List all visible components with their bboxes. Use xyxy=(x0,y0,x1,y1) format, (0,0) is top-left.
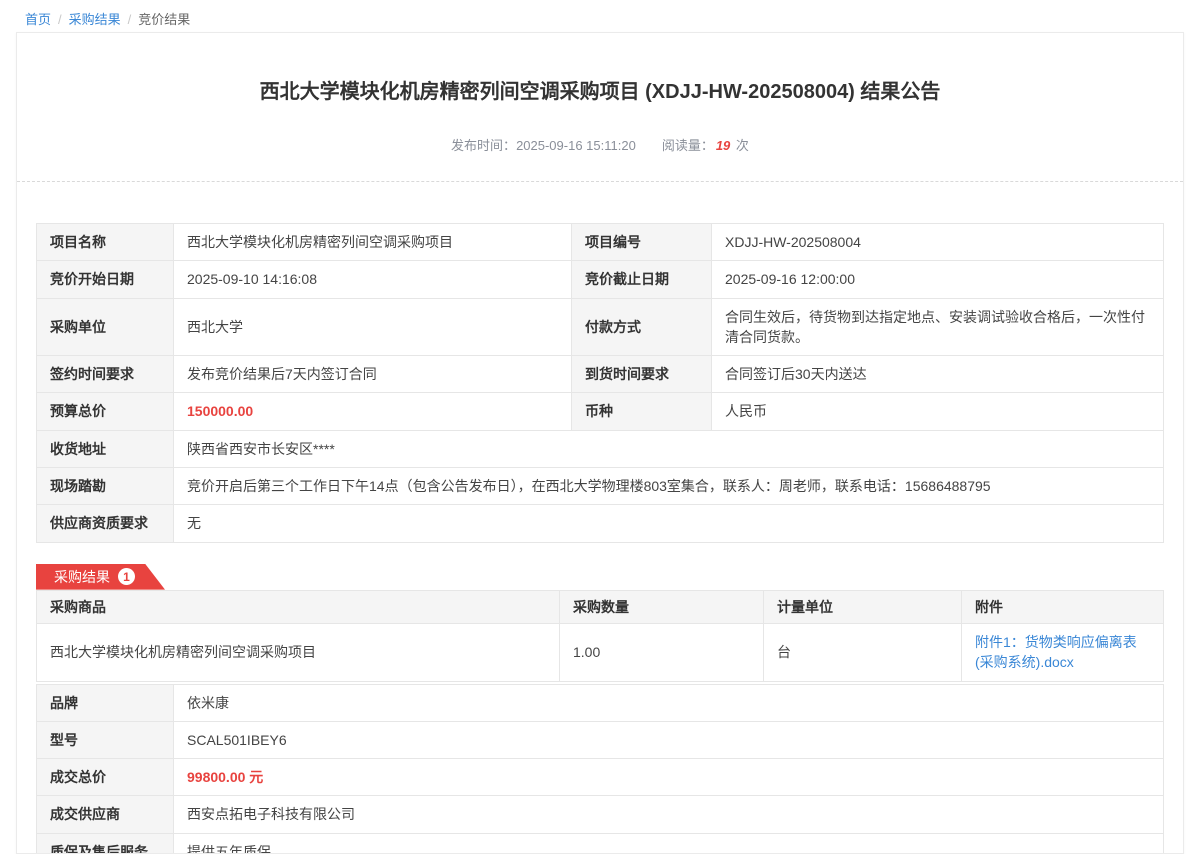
model-label: 型号 xyxy=(37,721,174,758)
warranty-value: 提供五年质保。 xyxy=(174,833,1164,854)
currency-label: 币种 xyxy=(572,393,712,430)
delivery-time-value: 合同签订后30天内送达 xyxy=(712,356,1164,393)
announcement-card: 西北大学模块化机房精密列间空调采购项目 (XDJJ-HW-202508004) … xyxy=(16,32,1184,854)
result-header-attachment: 附件 xyxy=(962,590,1164,623)
table-row: 签约时间要求 发布竞价结果后7天内签订合同 到货时间要求 合同签订后30天内送达 xyxy=(37,356,1164,393)
brand-value: 依米康 xyxy=(174,684,1164,721)
deal-detail-table: 品牌 依米康 型号 SCAL501IBEY6 成交总价 99800.00 元 成… xyxy=(36,684,1164,854)
page-title: 西北大学模块化机房精密列间空调采购项目 (XDJJ-HW-202508004) … xyxy=(17,79,1183,105)
result-attachment-cell: 附件1：货物类响应偏离表(采购系统).docx xyxy=(962,623,1164,681)
table-row: 现场踏勘 竞价开启后第三个工作日下午14点（包含公告发布日），在西北大学物理楼8… xyxy=(37,468,1164,505)
result-table: 采购商品 采购数量 计量单位 附件 西北大学模块化机房精密列间空调采购项目 1.… xyxy=(36,590,1164,682)
dashed-divider xyxy=(17,181,1183,182)
deal-price-label: 成交总价 xyxy=(37,759,174,796)
result-count-badge: 1 xyxy=(118,568,135,585)
attachment-link[interactable]: 附件1：货物类响应偏离表(采购系统).docx xyxy=(975,634,1137,670)
publish-time-label: 发布时间： xyxy=(451,138,516,153)
result-product-value: 西北大学模块化机房精密列间空调采购项目 xyxy=(37,623,560,681)
table-row: 收货地址 陕西省西安市长安区**** xyxy=(37,430,1164,467)
sign-time-label: 签约时间要求 xyxy=(37,356,174,393)
buyer-label: 采购单位 xyxy=(37,298,174,356)
bid-end-label: 竞价截止日期 xyxy=(572,261,712,298)
table-row: 供应商资质要求 无 xyxy=(37,505,1164,542)
project-info-table: 项目名称 西北大学模块化机房精密列间空调采购项目 项目编号 XDJJ-HW-20… xyxy=(36,223,1164,543)
brand-label: 品牌 xyxy=(37,684,174,721)
table-row: 项目名称 西北大学模块化机房精密列间空调采购项目 项目编号 XDJJ-HW-20… xyxy=(37,224,1164,261)
deal-price-value: 99800.00 元 xyxy=(174,759,1164,796)
table-row: 竞价开始日期 2025-09-10 14:16:08 竞价截止日期 2025-0… xyxy=(37,261,1164,298)
delivery-time-label: 到货时间要求 xyxy=(572,356,712,393)
site-visit-value: 竞价开启后第三个工作日下午14点（包含公告发布日），在西北大学物理楼803室集合… xyxy=(174,468,1164,505)
result-header-quantity: 采购数量 xyxy=(560,590,764,623)
model-value: SCAL501IBEY6 xyxy=(174,721,1164,758)
table-header-row: 采购商品 采购数量 计量单位 附件 xyxy=(37,590,1164,623)
project-name-label: 项目名称 xyxy=(37,224,174,261)
result-unit-value: 台 xyxy=(764,623,962,681)
warranty-label: 质保及售后服务 xyxy=(37,833,174,854)
supplier-value: 西安点拓电子科技有限公司 xyxy=(174,796,1164,833)
views-label: 阅读量： xyxy=(662,138,714,153)
project-name-value: 西北大学模块化机房精密列间空调采购项目 xyxy=(174,224,572,261)
payment-value: 合同生效后，待货物到达指定地点、安装调试验收合格后，一次性付清合同货款。 xyxy=(712,298,1164,356)
buyer-value: 西北大学 xyxy=(174,298,572,356)
views-unit: 次 xyxy=(736,138,749,153)
breadcrumb: 首页 / 采购结果 / 竞价结果 xyxy=(0,0,1200,28)
result-quantity-value: 1.00 xyxy=(560,623,764,681)
address-value: 陕西省西安市长安区**** xyxy=(174,430,1164,467)
table-row: 预算总价 150000.00 币种 人民币 xyxy=(37,393,1164,430)
budget-value: 150000.00 xyxy=(174,393,572,430)
table-row: 质保及售后服务 提供五年质保。 xyxy=(37,833,1164,854)
project-code-label: 项目编号 xyxy=(572,224,712,261)
qualification-label: 供应商资质要求 xyxy=(37,505,174,542)
result-header-product: 采购商品 xyxy=(37,590,560,623)
supplier-label: 成交供应商 xyxy=(37,796,174,833)
table-row: 成交总价 99800.00 元 xyxy=(37,759,1164,796)
qualification-value: 无 xyxy=(174,505,1164,542)
table-row: 品牌 依米康 xyxy=(37,684,1164,721)
breadcrumb-separator: / xyxy=(58,12,62,27)
bid-start-label: 竞价开始日期 xyxy=(37,261,174,298)
table-row: 成交供应商 西安点拓电子科技有限公司 xyxy=(37,796,1164,833)
publish-meta: 发布时间：2025-09-16 15:11:20 阅读量：19 次 xyxy=(17,135,1183,154)
result-badge-label: 采购结果 xyxy=(54,567,110,587)
payment-label: 付款方式 xyxy=(572,298,712,356)
breadcrumb-home-link[interactable]: 首页 xyxy=(25,12,51,27)
breadcrumb-separator: / xyxy=(128,12,132,27)
result-header-unit: 计量单位 xyxy=(764,590,962,623)
publish-time-value: 2025-09-16 15:11:20 xyxy=(516,138,636,153)
breadcrumb-current: 竞价结果 xyxy=(138,12,190,27)
budget-label: 预算总价 xyxy=(37,393,174,430)
bid-start-value: 2025-09-10 14:16:08 xyxy=(174,261,572,298)
site-visit-label: 现场踏勘 xyxy=(37,468,174,505)
currency-value: 人民币 xyxy=(712,393,1164,430)
result-section-badge: 采购结果 1 xyxy=(36,564,165,590)
table-row: 西北大学模块化机房精密列间空调采购项目 1.00 台 附件1：货物类响应偏离表(… xyxy=(37,623,1164,681)
bid-end-value: 2025-09-16 12:00:00 xyxy=(712,261,1164,298)
views-count: 19 xyxy=(716,138,730,153)
table-row: 型号 SCAL501IBEY6 xyxy=(37,721,1164,758)
breadcrumb-procurement-results-link[interactable]: 采购结果 xyxy=(69,12,121,27)
project-code-value: XDJJ-HW-202508004 xyxy=(712,224,1164,261)
address-label: 收货地址 xyxy=(37,430,174,467)
sign-time-value: 发布竞价结果后7天内签订合同 xyxy=(174,356,572,393)
table-row: 采购单位 西北大学 付款方式 合同生效后，待货物到达指定地点、安装调试验收合格后… xyxy=(37,298,1164,356)
